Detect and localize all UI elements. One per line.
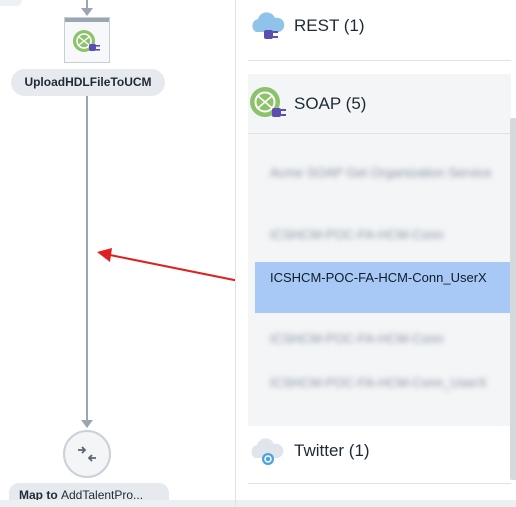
panel-scrollbar[interactable] (510, 118, 516, 480)
category-soap-label: SOAP (5) (294, 93, 367, 113)
divider (248, 483, 511, 484)
category-rest[interactable]: REST (1) (248, 8, 511, 44)
soap-plug-icon (250, 86, 286, 117)
category-rest-label: REST (1) (294, 16, 365, 35)
connection-item-selected[interactable]: ICSHCM-POC-FA-HCM-Conn_UserX (255, 262, 511, 313)
twitter-cloud-icon (251, 438, 284, 465)
category-twitter-label: Twitter (1) (294, 441, 370, 460)
rest-cloud-icon (252, 12, 285, 39)
category-soap[interactable]: SOAP (5) (248, 74, 511, 134)
connections-panel: REST (1) SOAP (5) Acme SOAP Get Organiza… (235, 0, 516, 507)
category-soap-group: SOAP (5) Acme SOAP Get Organization Serv… (248, 74, 511, 426)
divider (248, 60, 511, 61)
connection-item[interactable]: ICSHCM-POC-FA-HCM-Conn (255, 330, 511, 352)
category-twitter[interactable]: Twitter (1) (248, 432, 511, 470)
connection-item[interactable]: ICSHCM-POC-FA-HCM-Conn_UserX (255, 374, 511, 414)
connection-item[interactable]: Acme SOAP Get Organization Service (255, 164, 511, 204)
panel-bottom-strip (236, 500, 516, 507)
connection-item[interactable]: ICSHCM-POC-FA-HCM-Conn (255, 226, 511, 248)
scrollbar-thumb[interactable] (510, 118, 516, 480)
